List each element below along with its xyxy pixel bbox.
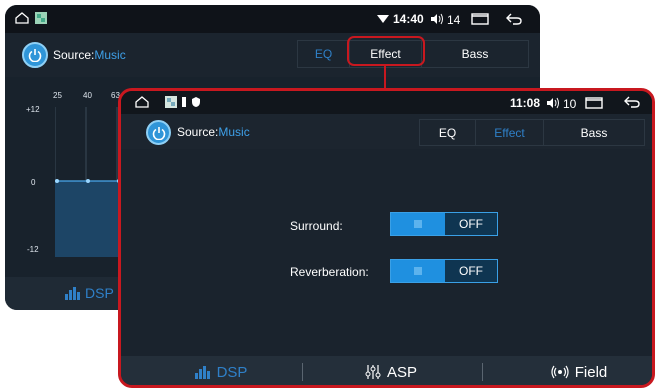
- tab-eq[interactable]: EQ: [298, 41, 350, 67]
- status-time: 14:40: [393, 12, 424, 26]
- power-button[interactable]: [22, 42, 48, 68]
- footer-tab-label: DSP: [216, 363, 248, 381]
- toggle-state: OFF: [445, 260, 497, 282]
- recent-apps-icon[interactable]: [585, 97, 603, 109]
- footer-divider: [302, 363, 303, 381]
- status-bar: 14:40 14: [5, 5, 540, 33]
- volume-level: 10: [563, 97, 577, 111]
- bottom-nav: DSP ASP Field: [121, 356, 652, 385]
- source-label: Source:: [177, 125, 219, 139]
- tab-bass[interactable]: Bass: [422, 41, 528, 67]
- home-icon[interactable]: [15, 12, 29, 24]
- recent-apps-icon[interactable]: [471, 13, 489, 25]
- wifi-icon: [377, 15, 389, 23]
- shield-icon: [192, 97, 200, 107]
- toggle-knob: [391, 260, 445, 282]
- power-icon: [28, 49, 42, 62]
- eq-point[interactable]: [55, 179, 59, 183]
- gain-label: -12: [27, 245, 39, 254]
- sliders-icon: [365, 365, 381, 379]
- back-icon[interactable]: [623, 95, 641, 109]
- toggle-knob: [391, 213, 445, 235]
- freq-label: 25: [53, 91, 62, 100]
- footer-dsp-tab[interactable]: DSP: [65, 285, 114, 301]
- sd-card-icon: [182, 97, 186, 107]
- front-screen: 11:08 10 Source:Music EQ Effect Bass Sur…: [118, 88, 655, 388]
- toggle-state: OFF: [445, 213, 497, 235]
- effect-settings-panel: Surround: OFF Reverberation: OFF: [121, 149, 652, 356]
- bars-icon: [194, 366, 210, 379]
- source-text: Source:Music: [177, 125, 250, 139]
- footer-dsp-label: DSP: [85, 285, 114, 301]
- bars-icon: [65, 287, 80, 300]
- tab-bar: EQ Effect Bass: [419, 119, 645, 146]
- reverberation-label: Reverberation:: [290, 265, 369, 279]
- volume-level: 14: [447, 13, 461, 27]
- footer-tab-label: Field: [574, 363, 608, 381]
- app-thumbnail-icon: [165, 96, 177, 108]
- app-thumbnail-icon: [35, 12, 47, 24]
- footer-tab-label: ASP: [386, 363, 417, 381]
- tab-effect[interactable]: Effect: [476, 120, 544, 145]
- eq-point[interactable]: [86, 179, 90, 183]
- footer-tab-field[interactable]: Field: [506, 356, 652, 385]
- footer-tab-asp[interactable]: ASP: [321, 356, 461, 385]
- footer-divider: [482, 363, 483, 381]
- callout-highlight: [347, 36, 425, 66]
- surround-label: Surround:: [290, 219, 343, 233]
- power-button[interactable]: [146, 120, 171, 145]
- back-icon[interactable]: [505, 12, 523, 26]
- tab-bass[interactable]: Bass: [544, 120, 644, 145]
- header: Source:Music EQ Effect Bass: [121, 114, 652, 149]
- source-value[interactable]: Music: [218, 125, 249, 139]
- power-icon: [152, 126, 165, 140]
- gain-label: +12: [26, 105, 40, 114]
- status-bar: 11:08 10: [121, 91, 652, 114]
- footer-tab-dsp[interactable]: DSP: [151, 356, 291, 385]
- reverberation-toggle[interactable]: OFF: [390, 259, 498, 283]
- callout-connector: [384, 66, 386, 90]
- volume-icon: [431, 13, 443, 25]
- source-label: Source:: [53, 48, 95, 62]
- status-time: 11:08: [510, 96, 541, 110]
- surround-toggle[interactable]: OFF: [390, 212, 498, 236]
- source-value[interactable]: Music: [94, 48, 125, 62]
- gain-label: 0: [31, 178, 36, 187]
- volume-icon: [547, 97, 559, 109]
- home-icon[interactable]: [135, 96, 149, 108]
- source-text: Source:Music: [53, 48, 126, 62]
- header: Source:Music EQ Effect Bass: [5, 33, 540, 77]
- tab-eq[interactable]: EQ: [420, 120, 476, 145]
- broadcast-icon: [551, 365, 569, 379]
- freq-label: 40: [83, 91, 92, 100]
